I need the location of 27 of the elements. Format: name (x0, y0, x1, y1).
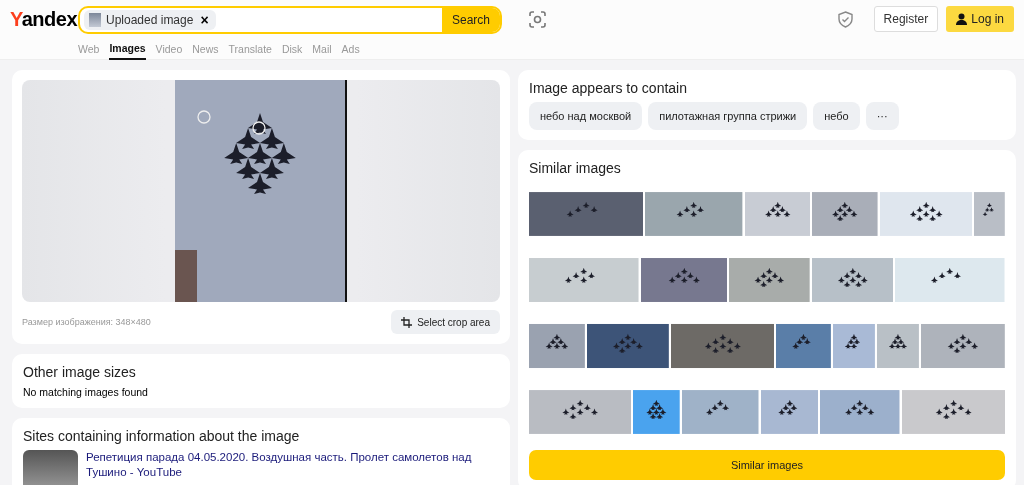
user-icon (956, 13, 968, 25)
search-button[interactable]: Search (441, 8, 500, 32)
tag-chip[interactable]: небо над москвой (529, 102, 643, 130)
image-size-text: Размер изображения: 348×480 (22, 317, 151, 327)
section-title: Image appears to contain (529, 80, 688, 96)
register-button[interactable]: Register (873, 6, 939, 32)
login-button[interactable]: Log in (946, 6, 1014, 32)
remove-chip-button[interactable]: × (198, 12, 211, 28)
search-field[interactable]: Uploaded image × Search (78, 6, 502, 34)
select-crop-area-button[interactable]: Select crop area (391, 310, 500, 334)
tag-chip[interactable]: небо (813, 102, 860, 130)
section-title: Similar images (529, 160, 622, 176)
crop-icon (401, 316, 413, 328)
similar-images-button[interactable]: Similar images (529, 450, 1005, 480)
shield-check-icon[interactable] (837, 10, 853, 28)
nav-tab[interactable]: Images (109, 38, 146, 60)
section-title: Other image sizes (23, 364, 137, 380)
tag-chip[interactable]: пилотажная группа стрижи (648, 102, 808, 130)
section-title: Sites containing information about the image (23, 428, 301, 444)
yandex-logo[interactable]: Yandex (10, 7, 78, 31)
more-button[interactable]: ··· (865, 102, 899, 130)
image-thumbnail (89, 13, 101, 27)
chip-label: Uploaded image (106, 13, 194, 27)
camera-search-icon[interactable] (529, 10, 546, 28)
site-thumbnail[interactable] (23, 450, 78, 485)
result-link[interactable]: Репетиция парада 04.05.2020. Воздушная часть. Пролет самолетов над Тушино - YouTube (86, 450, 499, 485)
no-results-message: No matching images found (23, 386, 149, 398)
